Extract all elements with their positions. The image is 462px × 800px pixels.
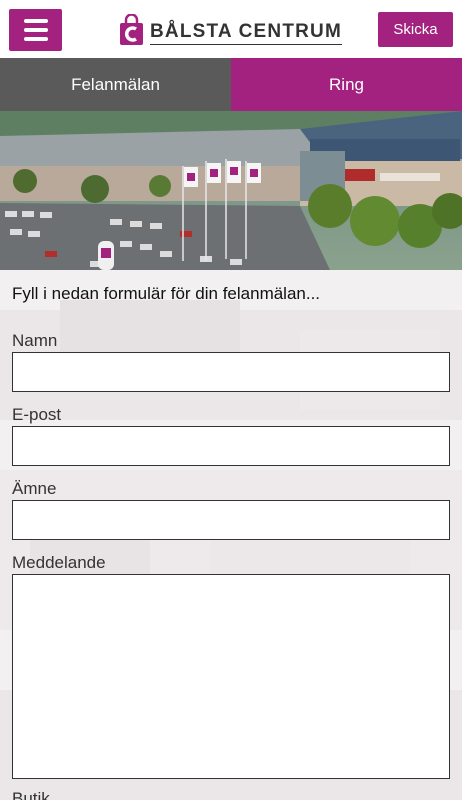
email-field[interactable] (12, 426, 450, 466)
hamburger-icon (23, 37, 48, 41)
store-label: Butik (12, 789, 50, 800)
hamburger-icon (23, 19, 48, 23)
hero-photo (0, 111, 462, 270)
send-button[interactable]: Skicka (378, 12, 453, 47)
tab-ring[interactable]: Ring (231, 58, 462, 111)
form-intro: Fyll i nedan formulär för din felanmälan… (12, 284, 321, 303)
logo-text: BÅLSTA CENTRUM (150, 21, 343, 45)
message-label: Meddelande (12, 553, 106, 572)
menu-button[interactable] (9, 9, 62, 51)
tab-felanmalan[interactable]: Felanmälan (0, 58, 231, 111)
name-field[interactable] (12, 352, 450, 392)
shopping-bag-icon (120, 14, 143, 45)
email-label: E-post (12, 405, 62, 424)
name-label: Namn (12, 331, 58, 350)
subject-label: Ämne (12, 479, 57, 498)
message-textarea[interactable] (12, 574, 450, 779)
subject-field[interactable] (12, 500, 450, 540)
tab-bar: Felanmälan Ring (0, 58, 462, 111)
site-header: BÅLSTA CENTRUM Skicka (0, 0, 462, 58)
site-logo[interactable]: BÅLSTA CENTRUM (119, 12, 343, 48)
hamburger-icon (23, 28, 48, 32)
